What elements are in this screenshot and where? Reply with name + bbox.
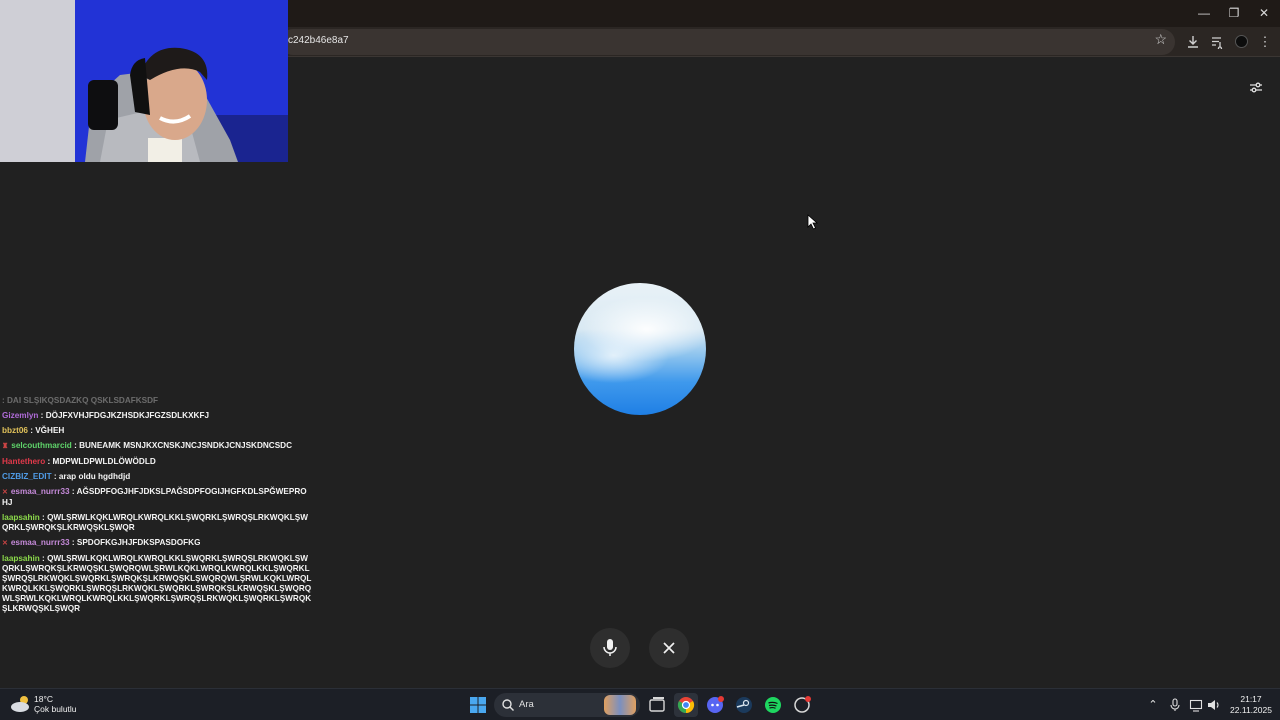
- tray-microphone-icon[interactable]: [1167, 689, 1183, 720]
- download-icon[interactable]: [1182, 27, 1204, 57]
- end-voice-button[interactable]: [649, 628, 689, 668]
- chat-separator: :: [38, 411, 46, 420]
- chat-message: ♜ selcouthmarcid : BUNEAMK MSNJKXCNSKJNCJ…: [2, 441, 312, 452]
- search-placeholder: Ara: [519, 699, 534, 710]
- weather-cloud-icon[interactable]: [10, 694, 32, 714]
- chat-username[interactable]: esmaa_nurrr33: [11, 538, 70, 547]
- screen: — ❐ ✕ c242b46e8a7 ☆ ⋮: DAI SLŞIKQSDAZKQ…: [0, 0, 1280, 720]
- chat-text: QWLŞRWLKQKLWRQLKWRQLKKLŞWQRKLŞWRQŞLRKWQK…: [2, 554, 312, 613]
- clock-date: 22.11.2025: [1230, 705, 1272, 715]
- chat-message: laapsahin : QWLŞRWLKQKLWRQLKWRQLKKLŞWQRK…: [2, 554, 312, 614]
- task-view-icon[interactable]: [645, 693, 669, 717]
- chat-text: SPDOFKGJHJFDKSPASDOFKG: [76, 538, 201, 547]
- chat-separator: :: [69, 538, 77, 547]
- weather-temp: 18°C: [34, 694, 53, 704]
- windows-start-icon[interactable]: [466, 693, 490, 717]
- microphone-icon: [603, 639, 617, 656]
- chat-text: QWLŞRWLKQKLWRQLKWRQLKKLŞWQRKLŞWRQŞLRKWQK…: [2, 513, 308, 532]
- mouse-cursor-icon: [807, 214, 819, 230]
- chat-message: ✕ esmaa_nurrr33 : AĞSDPFOGJHFJDKSLPAĞSDPF…: [2, 487, 312, 508]
- profile-avatar[interactable]: [1230, 27, 1252, 57]
- chat-text: VĞHEH: [35, 426, 65, 435]
- chat-username[interactable]: esmaa_nurrr33: [11, 487, 70, 496]
- chat-separator: :: [71, 441, 80, 450]
- chat-username[interactable]: laapsahin: [2, 554, 40, 563]
- more-menu-icon[interactable]: ⋮: [1254, 27, 1276, 57]
- chat-username[interactable]: bbzt06: [2, 426, 28, 435]
- clock-time: 21:17: [1240, 694, 1262, 704]
- url-text[interactable]: c242b46e8a7: [288, 35, 349, 46]
- close-window-button[interactable]: ✕: [1249, 0, 1279, 27]
- chat-badge-icon: ♜: [2, 443, 9, 450]
- chat-badge-icon: ✕: [2, 540, 8, 547]
- webcam-overlay: [0, 0, 288, 162]
- chat-username[interactable]: CIZBIZ_EDIT: [2, 472, 52, 481]
- chat-separator: :: [39, 554, 48, 563]
- streamer-webcam-image: [0, 0, 288, 162]
- stream-chat: : DAI SLŞIKQSDAZKQ QSKLSDAFKSDF Gizemlyn …: [2, 396, 312, 619]
- voice-orb: [574, 283, 706, 415]
- bookmark-star-icon[interactable]: ☆: [1154, 31, 1167, 48]
- weather-widget[interactable]: 18°C Çok bulutlu: [34, 694, 77, 714]
- restore-button[interactable]: ❐: [1219, 0, 1249, 27]
- tray-network-icon[interactable]: [1188, 689, 1204, 720]
- tray-expand-icon[interactable]: ⌃: [1146, 689, 1160, 720]
- taskbar-search[interactable]: Ara: [494, 693, 640, 717]
- search-icon: [502, 699, 514, 711]
- chat-badge-icon: ✕: [2, 489, 8, 496]
- chat-separator: :: [69, 487, 77, 496]
- spotify-icon[interactable]: [761, 693, 785, 717]
- chat-message: : DAI SLŞIKQSDAZKQ QSKLSDAFKSDF: [2, 396, 312, 406]
- minimize-button[interactable]: —: [1189, 0, 1219, 27]
- chat-text: MDPWLDPWLDLÖWÖDLD: [52, 457, 156, 466]
- windows-taskbar: 18°C Çok bulutlu Ara ⌃ 21:17 22.11.2025: [0, 688, 1280, 720]
- weather-desc: Çok bulutlu: [34, 704, 77, 714]
- chat-message: Hantethero : MDPWLDPWLDLÖWÖDLD: [2, 457, 312, 467]
- search-highlight-image: [604, 695, 636, 715]
- chat-username[interactable]: laapsahin: [2, 513, 40, 522]
- chat-message: Gizemlyn : DÖJFXVHJFDGJKZHSDKJFGZSDLKXKF…: [2, 411, 312, 421]
- app-icon[interactable]: [790, 693, 814, 717]
- chat-text: arap oldu hgdhdjd: [58, 472, 131, 481]
- chat-text: DÖJFXVHJFDGJKZHSDKJFGZSDLKXKFJ: [45, 411, 210, 420]
- tray-volume-icon[interactable]: [1206, 689, 1222, 720]
- microphone-button[interactable]: [590, 628, 630, 668]
- chat-message: laapsahin : QWLŞRWLKQKLWRQLKWRQLKKLŞWQRK…: [2, 513, 312, 533]
- chat-username[interactable]: Hantethero: [2, 457, 45, 466]
- chrome-icon[interactable]: [674, 693, 698, 717]
- chat-message: CIZBIZ_EDIT : arap oldu hgdhdjd: [2, 472, 312, 482]
- chat-separator: :: [45, 457, 53, 466]
- chat-username[interactable]: Gizemlyn: [2, 411, 38, 420]
- settings-sliders-icon[interactable]: [1246, 78, 1266, 98]
- media-control-icon[interactable]: [1206, 27, 1228, 57]
- tray-clock[interactable]: 21:17 22.11.2025: [1226, 694, 1276, 716]
- chat-username[interactable]: selcouthmarcid: [11, 441, 72, 450]
- discord-icon[interactable]: [703, 693, 727, 717]
- chat-text: BUNEAMK MSNJKXCNSKJNCJSNDKJCNJSKDNCSDC: [79, 441, 292, 450]
- chat-message: ✕ esmaa_nurrr33 : SPDOFKGJHJFDKSPASDOFKG: [2, 538, 312, 549]
- chat-separator: :: [51, 472, 59, 481]
- close-icon: [663, 642, 675, 654]
- chat-text: DAI SLŞIKQSDAZKQ QSKLSDAFKSDF: [7, 396, 159, 405]
- chat-separator: :: [39, 513, 48, 522]
- address-bar[interactable]: c242b46e8a7 ☆: [280, 29, 1175, 55]
- chat-message: bbzt06 : VĞHEH: [2, 426, 312, 436]
- steam-icon[interactable]: [732, 693, 756, 717]
